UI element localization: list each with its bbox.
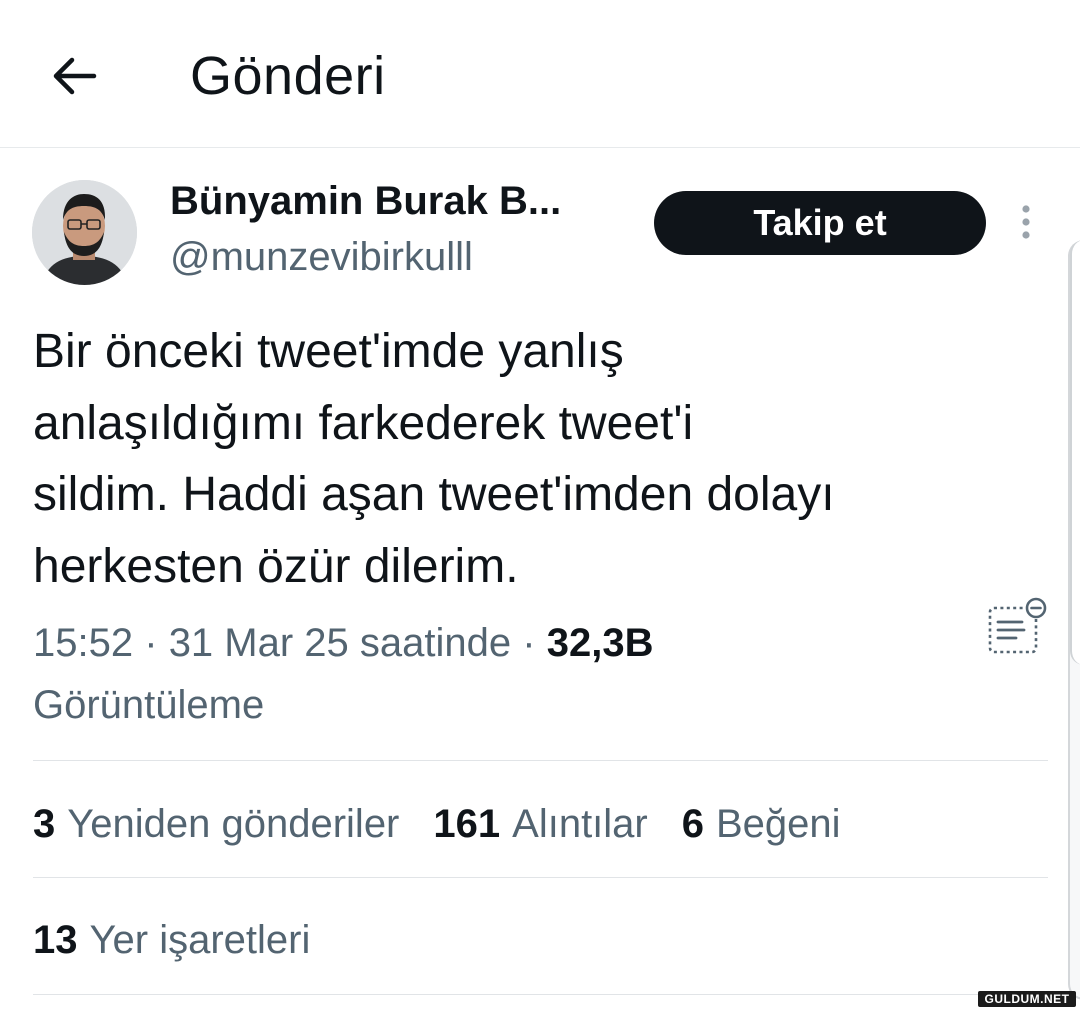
back-button[interactable]: [40, 44, 108, 108]
scrollbar-thumb[interactable]: [1070, 240, 1080, 665]
bookmarks-count: 13: [33, 917, 78, 962]
community-notes-icon: [988, 597, 1047, 654]
reposts-count: 3: [33, 801, 56, 846]
author-avatar[interactable]: [32, 180, 137, 285]
author-display-name[interactable]: Bünyamin Burak B...: [170, 176, 561, 226]
engagement-stats: 3 Yeniden gönderiler 161 Alıntılar 6 Beğ…: [33, 796, 875, 852]
tweet-meta: 15:52 · 31 Mar 25 saatinde · 32,3B Görün…: [33, 612, 973, 736]
tweet-text-line: herkesten özür dilerim.: [33, 539, 519, 593]
top-bar: Gönderi: [0, 0, 1080, 148]
meta-separator: ·: [522, 621, 536, 665]
divider: [33, 877, 1048, 878]
more-options-button[interactable]: [1008, 200, 1044, 244]
bookmarks-stat[interactable]: 13 Yer işaretleri: [33, 912, 344, 968]
watermark-logo: GULDUM.NET: [978, 991, 1076, 1007]
profile-photo: [32, 180, 137, 285]
likes-label: Beğeni: [716, 801, 841, 846]
quotes-label: Alıntılar: [512, 801, 648, 846]
author-handle[interactable]: @munzevibirkulll: [170, 232, 473, 282]
bookmarks-stat-inner: 13 Yer işaretleri: [33, 918, 310, 963]
tweet-time[interactable]: 15:52: [33, 621, 133, 665]
quotes-stat[interactable]: 161 Alıntılar: [433, 802, 647, 847]
reposts-label: Yeniden gönderiler: [67, 801, 400, 846]
tweet-text-line: sildim. Haddi aşan tweet'imden dolayı: [33, 468, 835, 521]
divider: [33, 994, 1048, 995]
more-vertical-icon: [1022, 205, 1030, 239]
page-title: Gönderi: [190, 46, 386, 106]
divider: [33, 760, 1048, 761]
likes-count: 6: [681, 801, 704, 846]
likes-stat[interactable]: 6 Beğeni: [682, 802, 841, 847]
community-notes-button[interactable]: [984, 596, 1048, 660]
tweet-text-line: Bir önceki tweet'imde yanlış: [33, 325, 624, 378]
views-label: Görüntüleme: [33, 683, 265, 727]
follow-button[interactable]: Takip et: [654, 191, 986, 255]
tweet-date[interactable]: 31 Mar 25 saatinde: [169, 621, 511, 665]
bookmarks-label: Yer işaretleri: [89, 917, 311, 962]
quotes-count: 161: [433, 801, 501, 846]
reposts-stat[interactable]: 3 Yeniden gönderiler: [33, 802, 399, 847]
meta-separator: ·: [144, 621, 158, 665]
tweet-text-line: anlaşıldığımı farkederek tweet'i: [33, 396, 694, 450]
views-count: 32,3B: [546, 621, 654, 665]
tweet-text: Bir önceki tweet'imde yanlış anlaşıldığı…: [33, 316, 1033, 602]
arrow-left-icon: [53, 57, 97, 95]
